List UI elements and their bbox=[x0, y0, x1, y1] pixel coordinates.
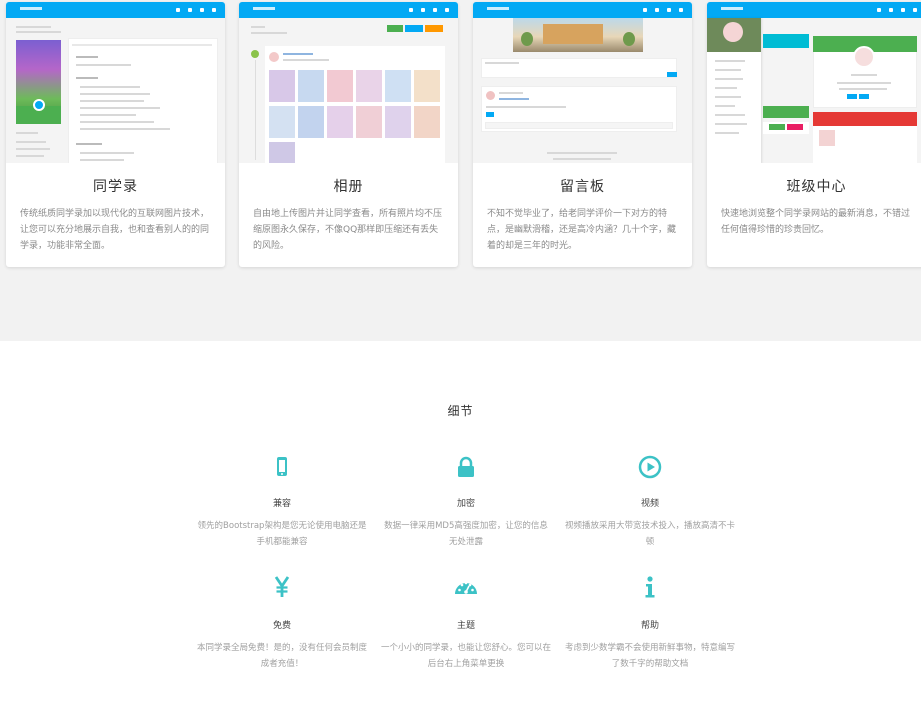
feature-name: 视频 bbox=[640, 499, 659, 509]
showcase-section: 同学录 传统纸质同学录加以现代化的互联网图片技术，让您可以充分地展示自我，也和查… bbox=[0, 0, 921, 341]
feature-video: 视频 视频播放采用大带宽技术投入，播放高清不卡顿 bbox=[560, 454, 740, 547]
card-title: 留言板 bbox=[560, 179, 605, 195]
card-description: 不知不觉毕业了，给老同学评价一下对方的特点，是幽默滑稽，还是高冷内涵？几十个字，… bbox=[487, 209, 677, 251]
yen-icon bbox=[269, 574, 295, 600]
card-title: 相册 bbox=[333, 179, 364, 195]
feature-free: 免费 本同学录全局免费！是的，没有任何会员制度成者充值！ bbox=[192, 574, 372, 669]
info-icon bbox=[637, 574, 663, 600]
feature-name: 帮助 bbox=[640, 621, 659, 631]
details-heading: 细节 bbox=[447, 404, 474, 418]
album-screenshot bbox=[239, 2, 458, 163]
mobile-icon bbox=[269, 454, 295, 480]
guestbook-screenshot bbox=[473, 2, 692, 163]
feature-description: 考虑到少数学霸不会使用新鲜事物，特意编写了数千字的帮助文档 bbox=[564, 643, 735, 669]
feature-card-album[interactable]: 相册 自由地上传图片并让同学查看，所有照片均不压缩原图永久保存，不像QQ那样即压… bbox=[239, 2, 458, 267]
card-description: 自由地上传图片并让同学查看，所有照片均不压缩原图永久保存，不像QQ那样即压缩还有… bbox=[253, 209, 443, 251]
feature-theme: 主题 一个小小的同学录，也能让您舒心。您可以在后台右上角菜单更换 bbox=[376, 574, 556, 669]
feature-card-guestbook[interactable]: 留言板 不知不觉毕业了，给老同学评价一下对方的特点，是幽默滑稽，还是高冷内涵？几… bbox=[473, 2, 692, 267]
feature-description: 领先的Bootstrap架构是您无论使用电脑还是手机都能兼容 bbox=[197, 521, 367, 547]
lock-icon bbox=[453, 454, 479, 480]
play-icon bbox=[637, 454, 663, 480]
card-description: 传统纸质同学录加以现代化的互联网图片技术，让您可以充分地展示自我，也和查看别人的… bbox=[20, 209, 210, 251]
feature-name: 免费 bbox=[272, 621, 291, 631]
feature-description: 一个小小的同学录，也能让您舒心。您可以在后台右上角菜单更换 bbox=[380, 643, 551, 669]
feature-name: 加密 bbox=[456, 499, 475, 509]
class-center-screenshot bbox=[707, 2, 921, 163]
card-title: 同学录 bbox=[93, 179, 138, 195]
feature-help: 帮助 考虑到少数学霸不会使用新鲜事物，特意编写了数千字的帮助文档 bbox=[560, 574, 740, 669]
feature-name: 主题 bbox=[456, 621, 475, 631]
feature-card-class-center[interactable]: 班级中心 快速地浏览整个同学录网站的最新消息，不错过任何值得珍惜的珍贵回忆。 bbox=[707, 2, 921, 267]
dashboard-icon bbox=[453, 574, 479, 600]
feature-card-yearbook[interactable]: 同学录 传统纸质同学录加以现代化的互联网图片技术，让您可以充分地展示自我，也和查… bbox=[6, 2, 225, 267]
feature-description: 数据一律采用MD5高强度加密，让您的信息无处泄露 bbox=[384, 521, 548, 547]
feature-description: 视频播放采用大带宽技术投入，播放高清不卡顿 bbox=[564, 521, 735, 547]
feature-encryption: 加密 数据一律采用MD5高强度加密，让您的信息无处泄露 bbox=[376, 454, 556, 547]
yearbook-screenshot bbox=[6, 2, 225, 163]
feature-description: 本同学录全局免费！是的，没有任何会员制度成者充值！ bbox=[196, 643, 367, 669]
card-title: 班级中心 bbox=[786, 179, 847, 195]
card-description: 快速地浏览整个同学录网站的最新消息，不错过任何值得珍惜的珍贵回忆。 bbox=[721, 209, 911, 235]
feature-compatibility: 兼容 领先的Bootstrap架构是您无论使用电脑还是手机都能兼容 bbox=[192, 454, 372, 547]
feature-name: 兼容 bbox=[272, 499, 291, 509]
